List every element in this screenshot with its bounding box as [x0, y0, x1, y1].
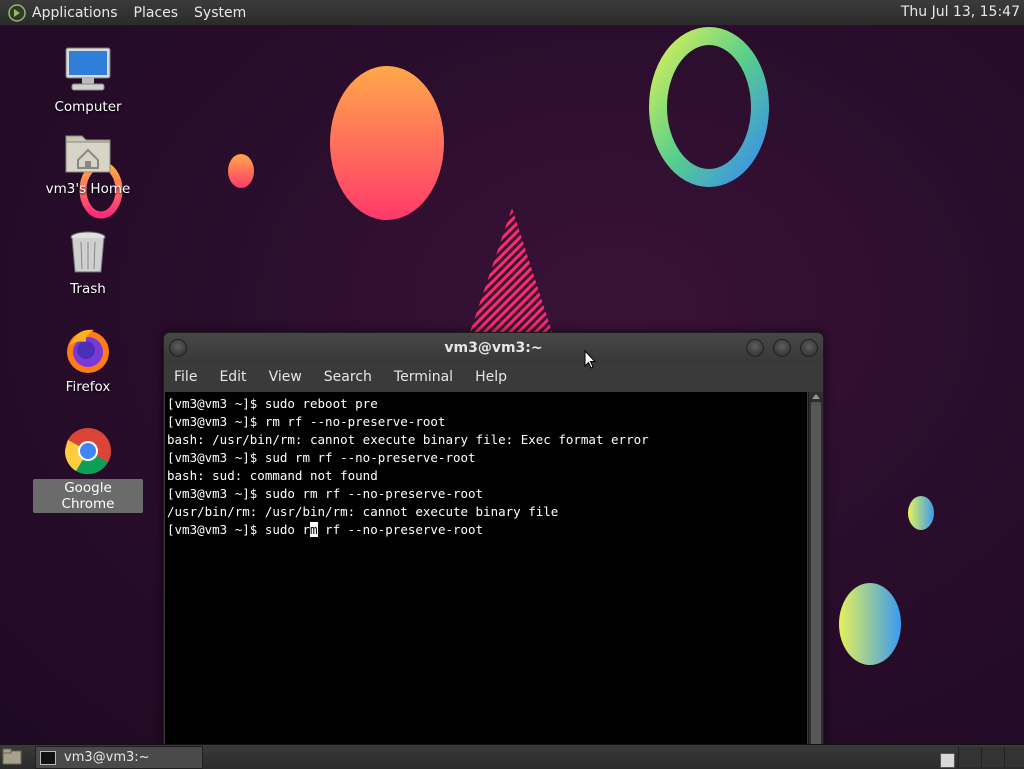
close-button[interactable]: [800, 339, 818, 357]
menu-edit[interactable]: Edit: [219, 369, 246, 385]
command-text: rf --no-preserve-root: [317, 522, 484, 537]
workspace-switcher-1[interactable]: [940, 753, 955, 768]
text-cursor: m: [310, 522, 318, 537]
desktop-icon-computer[interactable]: Computer: [33, 46, 143, 116]
terminal-current-line[interactable]: [vm3@vm3 ~]$ sudo rm rf --no-preserve-ro…: [167, 521, 807, 539]
firefox-icon: [64, 326, 112, 374]
terminal-line: [vm3@vm3 ~]$ sudo rm rf --no-preserve-ro…: [167, 486, 484, 501]
desktop-icon-chrome[interactable]: Google Chrome: [33, 427, 143, 513]
terminal-scrollbar[interactable]: [808, 392, 823, 747]
menu-view[interactable]: View: [269, 369, 302, 385]
desktop-icon-firefox[interactable]: Firefox: [33, 326, 143, 396]
workspace-switcher-4[interactable]: [1004, 747, 1024, 767]
window-menu-button[interactable]: [169, 339, 187, 357]
desktop-icon-home[interactable]: vm3's Home: [33, 128, 143, 198]
desktop-icon-label: Google Chrome: [33, 479, 143, 513]
taskbar-terminal-button[interactable]: vm3@vm3:~: [35, 746, 203, 769]
clock[interactable]: Thu Jul 13, 15:47: [901, 4, 1020, 20]
terminal-line: /usr/bin/rm: /usr/bin/rm: cannot execute…: [167, 504, 559, 519]
desktop-icon-label: vm3's Home: [45, 181, 131, 197]
show-desktop-icon[interactable]: [2, 748, 22, 766]
menu-help[interactable]: Help: [475, 369, 507, 385]
menu-file[interactable]: File: [174, 369, 197, 385]
terminal-line: [vm3@vm3 ~]$ rm rf --no-preserve-root: [167, 414, 446, 429]
desktop-icon-label: Firefox: [65, 379, 111, 395]
scrollbar-thumb[interactable]: [811, 402, 821, 747]
menu-terminal[interactable]: Terminal: [394, 369, 453, 385]
desktop-icon-label: Trash: [70, 281, 106, 297]
mouse-pointer-icon: [584, 350, 596, 369]
top-panel: Applications Places System Thu Jul 13, 1…: [0, 0, 1024, 26]
desktop-icon-trash[interactable]: Trash: [33, 228, 143, 298]
scroll-up-arrow-icon[interactable]: [812, 394, 820, 399]
chrome-icon: [64, 427, 112, 475]
workspace-switcher-3[interactable]: [981, 747, 1004, 767]
trash-icon: [64, 228, 112, 276]
command-text: [vm3@vm3 ~]$ sudo r: [167, 522, 310, 537]
desktop-icon-label: Computer: [54, 99, 122, 115]
system-menu[interactable]: System: [194, 5, 246, 21]
workspace-switcher-2[interactable]: [958, 747, 981, 767]
taskbar-label: vm3@vm3:~: [64, 750, 150, 765]
menu-search[interactable]: Search: [324, 369, 372, 385]
terminal-window[interactable]: vm3@vm3:~ File Edit View Search Terminal…: [163, 332, 824, 748]
home-folder-icon: [64, 128, 112, 176]
terminal-menubar: File Edit View Search Terminal Help: [164, 363, 823, 391]
terminal-titlebar[interactable]: vm3@vm3:~: [164, 333, 823, 363]
bottom-panel: vm3@vm3:~: [0, 744, 1024, 769]
distro-logo-icon[interactable]: [8, 3, 26, 22]
minimize-button[interactable]: [746, 339, 764, 357]
computer-icon: [64, 46, 112, 94]
places-menu[interactable]: Places: [134, 5, 179, 21]
terminal-line: [vm3@vm3 ~]$ sud rm rf --no-preserve-roo…: [167, 450, 476, 465]
terminal-line: [vm3@vm3 ~]$ sudo reboot pre: [167, 396, 378, 411]
maximize-button[interactable]: [773, 339, 791, 357]
window-title: vm3@vm3:~: [444, 340, 543, 356]
terminal-line: bash: sud: command not found: [167, 468, 378, 483]
terminal-icon: [40, 750, 56, 765]
terminal-line: bash: /usr/bin/rm: cannot execute binary…: [167, 432, 649, 447]
applications-menu[interactable]: Applications: [32, 5, 118, 21]
terminal-output[interactable]: [vm3@vm3 ~]$ sudo reboot pre [vm3@vm3 ~]…: [165, 392, 807, 747]
